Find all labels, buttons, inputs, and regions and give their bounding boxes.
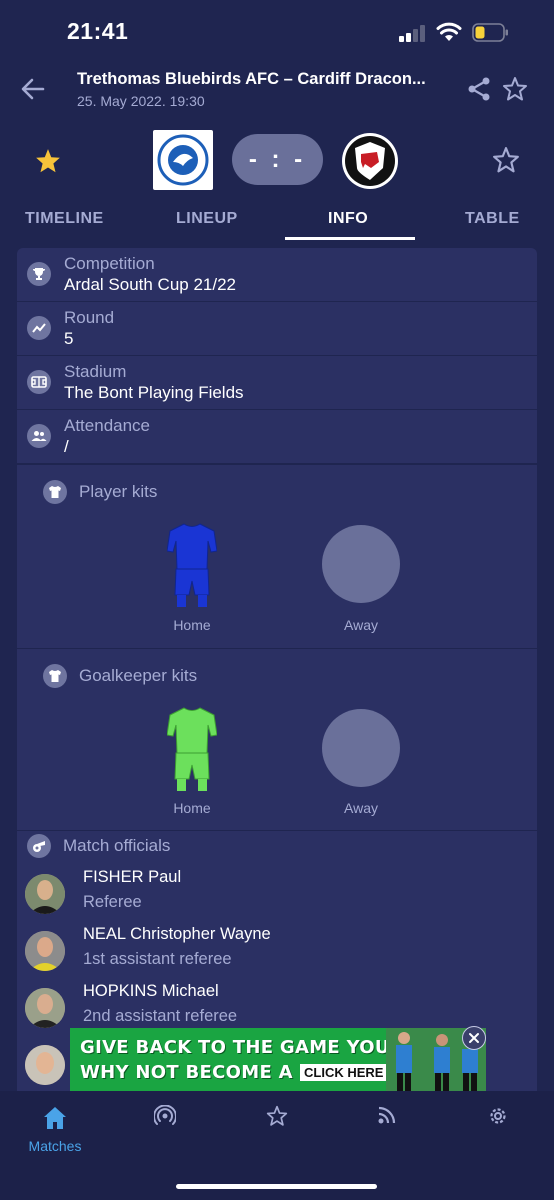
info-row-stadium: Stadium The Bont Playing Fields [17, 356, 537, 410]
battery-icon [472, 23, 508, 42]
advert-close-button[interactable] [462, 1026, 486, 1050]
goalkeeper-kits-section: Goalkeeper kits Home Away [17, 648, 537, 830]
home-team-logo[interactable] [153, 130, 213, 190]
info-value: / [64, 437, 69, 456]
status-time: 21:41 [67, 18, 129, 44]
official-role: Referee [83, 893, 142, 911]
rss-icon [378, 1106, 396, 1124]
official-role: 2nd assistant referee [83, 1007, 238, 1025]
info-card: Competition Ardal South Cup 21/22 Round … [17, 248, 537, 1091]
goalkeeper-kits-header: Goalkeeper kits [43, 664, 197, 688]
away-team-favorite-star-icon[interactable] [492, 146, 520, 174]
official-name: NEAL Christopher Wayne [83, 925, 271, 943]
official-row[interactable]: FISHER Paul Referee [25, 868, 525, 930]
official-role: 1st assistant referee [83, 950, 232, 968]
tab-bar: TIMELINE LINEUP INFO TABLE [0, 200, 554, 240]
score-display: - : - [232, 134, 323, 185]
people-icon [27, 424, 51, 448]
player-kits-title: Player kits [79, 482, 158, 501]
goalkeeper-home-kit-icon [167, 707, 217, 791]
star-icon [266, 1105, 288, 1126]
player-kits-section: Player kits Home Away [17, 464, 537, 648]
home-icon [44, 1107, 66, 1129]
away-team-logo[interactable] [341, 132, 399, 190]
tab-lineup[interactable]: LINEUP [176, 210, 238, 228]
share-icon[interactable] [466, 76, 492, 102]
advert-cta-button[interactable]: CLICK HERE [300, 1064, 388, 1081]
tab-table[interactable]: TABLE [465, 210, 520, 228]
match-header: Trethomas Bluebirds AFC – Cardiff Dracon… [0, 66, 554, 116]
scoreboard: - : - [0, 126, 554, 196]
trophy-icon [27, 262, 51, 286]
signal-icon [399, 24, 429, 42]
official-avatar [25, 988, 65, 1028]
nav-settings[interactable] [458, 1105, 538, 1132]
goalkeeper-home-kit-label: Home [173, 800, 211, 816]
close-icon [469, 1033, 479, 1043]
tab-info[interactable]: INFO [328, 210, 368, 228]
stadium-icon [27, 370, 51, 394]
status-bar: 21:41 [0, 0, 554, 66]
officials-header: Match officials [27, 834, 170, 858]
nav-live[interactable] [125, 1104, 205, 1132]
player-home-kit-icon [167, 523, 217, 607]
match-title: Trethomas Bluebirds AFC – Cardiff Dracon… [77, 70, 426, 88]
whistle-icon [27, 834, 51, 858]
match-datetime: 25. May 2022. 19:30 [77, 93, 205, 109]
nav-matches[interactable]: Matches [15, 1105, 95, 1154]
back-arrow-icon[interactable] [20, 76, 46, 102]
home-indicator [176, 1184, 377, 1189]
official-name: HOPKINS Michael [83, 982, 219, 1000]
tab-timeline[interactable]: TIMELINE [25, 210, 104, 228]
info-label: Stadium [64, 362, 127, 381]
official-row[interactable]: NEAL Christopher Wayne 1st assistant ref… [25, 925, 525, 987]
nav-favorites[interactable] [237, 1105, 317, 1132]
official-name: FISHER Paul [83, 868, 182, 886]
official-avatar [25, 1045, 65, 1085]
info-label: Round [64, 308, 115, 327]
goalkeeper-away-kit-placeholder [322, 709, 400, 787]
settings-icon [490, 1108, 506, 1124]
official-avatar [25, 874, 65, 914]
info-row-attendance: Attendance / [17, 410, 537, 464]
favorite-match-star-icon[interactable] [502, 76, 528, 102]
advert-banner[interactable]: GIVE BACK TO THE GAME YOU LOVE. WHY NOT … [70, 1028, 486, 1091]
live-icon [153, 1104, 177, 1125]
info-label: Competition [64, 254, 155, 273]
info-value: 5 [64, 329, 74, 348]
player-away-kit-label: Away [344, 617, 378, 633]
officials-title: Match officials [63, 836, 171, 855]
nav-news[interactable] [347, 1105, 427, 1130]
official-avatar [25, 931, 65, 971]
info-row-competition: Competition Ardal South Cup 21/22 [17, 248, 537, 302]
player-home-kit-label: Home [173, 617, 211, 633]
shirt-icon [43, 664, 67, 688]
active-tab-indicator [285, 237, 415, 240]
info-row-round: Round 5 [17, 302, 537, 356]
officials-divider [17, 830, 537, 831]
info-value: Ardal South Cup 21/22 [64, 275, 237, 294]
shirt-icon [43, 480, 67, 504]
info-label: Attendance [64, 416, 151, 435]
player-kits-header: Player kits [43, 480, 157, 504]
home-team-favorite-star-icon[interactable] [34, 147, 62, 175]
trend-icon [27, 316, 51, 340]
home-team-crest-icon [157, 134, 209, 186]
goalkeeper-away-kit-label: Away [344, 800, 378, 816]
player-away-kit-placeholder [322, 525, 400, 603]
nav-matches-label: Matches [28, 1138, 82, 1154]
goalkeeper-kits-title: Goalkeeper kits [79, 666, 198, 685]
wifi-icon [436, 22, 462, 41]
info-value: The Bont Playing Fields [64, 383, 244, 402]
